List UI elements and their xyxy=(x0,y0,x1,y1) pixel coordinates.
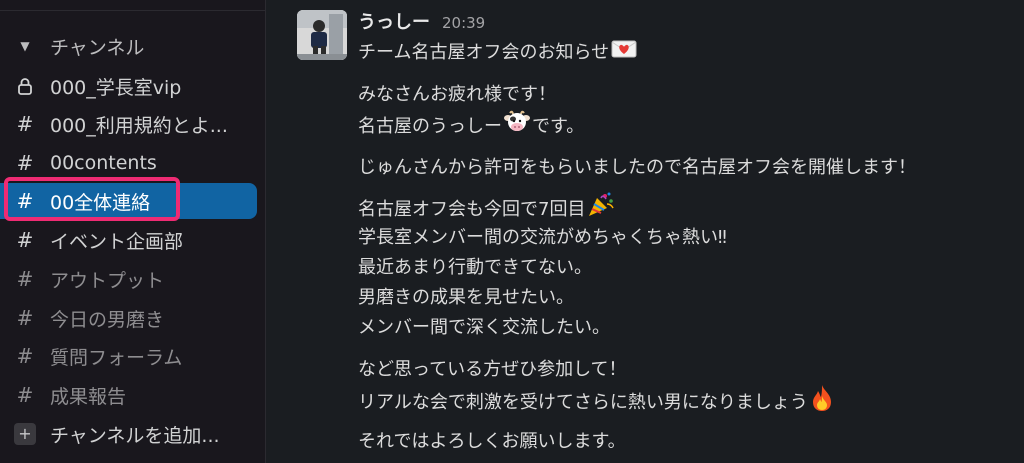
message-text: じゅんさんから許可をもらいましたので名古屋オフ会を開催します！ xyxy=(358,157,916,178)
hash-icon: # xyxy=(16,267,34,291)
hash-icon: # xyxy=(16,383,34,407)
message-text: 学長室メンバー間の交流がめちゃくちゃ熱い‼ xyxy=(358,227,727,248)
sidebar-item-label: 00全体連絡 xyxy=(50,191,151,214)
avatar[interactable] xyxy=(297,10,347,60)
message-text: 男磨きの成果を見せたい。 xyxy=(358,287,574,308)
message-line: 学長室メンバー間の交流がめちゃくちゃ熱い‼ xyxy=(358,223,727,249)
message-line: みなさんお疲れ様です！ xyxy=(358,80,556,106)
sidebar-item-contents[interactable]: # 00contents xyxy=(0,145,266,181)
party-popper-icon xyxy=(587,192,615,223)
plus-icon: + xyxy=(14,423,36,445)
channels-section-header[interactable]: ▼ チャンネル xyxy=(0,30,266,62)
sidebar-item-rules[interactable]: # 000_利用規約とよ... xyxy=(0,106,266,142)
message-text: みなさんお疲れ様です！ xyxy=(358,84,556,105)
hash-icon: # xyxy=(16,344,34,368)
sidebar: ▼ チャンネル 000_学長室vip # 000_利用規約とよ... # 00c… xyxy=(0,0,266,463)
sidebar-item-label: アウトプット xyxy=(50,269,165,292)
message-text: メンバー間で深く交流したい。 xyxy=(358,317,610,338)
fire-icon xyxy=(810,384,834,417)
sidebar-item-vip[interactable]: 000_学長室vip xyxy=(0,68,266,104)
sidebar-item-questions[interactable]: # 質問フォーラム xyxy=(0,338,266,374)
caret-down-icon[interactable]: ▼ xyxy=(0,39,50,53)
sidebar-item-label: 今日の男磨き xyxy=(50,308,165,331)
add-channel-button[interactable]: + チャンネルを追加... xyxy=(0,416,266,452)
sidebar-divider xyxy=(0,10,266,11)
message-text: リアルな会で刺激を受けてさらに熱い男になりましょう xyxy=(358,391,808,413)
hash-icon: # xyxy=(16,306,34,330)
message-line: じゅんさんから許可をもらいましたので名古屋オフ会を開催します！ xyxy=(358,153,916,179)
message-text: 名古屋オフ会も今回で7回目 xyxy=(358,198,586,220)
message-pane: うっしー 20:39 チーム名古屋オフ会のお知らせ みなさんお疲れ様です！ 名古… xyxy=(267,0,1024,463)
message-line: 名古屋オフ会も今回で7回目 xyxy=(358,192,617,223)
message-text: 名古屋のうっしー xyxy=(358,115,502,137)
cow-face-icon xyxy=(504,110,530,139)
slack-window: ▼ チャンネル 000_学長室vip # 000_利用規約とよ... # 00c… xyxy=(0,0,1024,463)
message-line: チーム名古屋オフ会のお知らせ xyxy=(358,38,639,64)
channels-section-label: チャンネル xyxy=(50,36,145,59)
sidebar-item-results[interactable]: # 成果報告 xyxy=(0,377,266,413)
message-text: です。 xyxy=(532,115,585,137)
sidebar-item-label: 質問フォーラム xyxy=(50,346,183,369)
hash-icon: # xyxy=(16,112,34,136)
sidebar-item-label: 00contents xyxy=(50,152,157,174)
sidebar-item-label: 000_利用規約とよ... xyxy=(50,114,228,137)
sidebar-item-label: イベント企画部 xyxy=(50,230,184,253)
message-text: など思っている方ぜひ参加して！ xyxy=(358,359,627,380)
message-line: など思っている方ぜひ参加して！ xyxy=(358,355,627,381)
message-line: メンバー間で深く交流したい。 xyxy=(358,313,610,339)
sidebar-item-event-planning[interactable]: # イベント企画部 xyxy=(0,222,266,258)
message-header: うっしー 20:39 xyxy=(358,8,485,34)
message-line: リアルな会で刺激を受けてさらに熱い男になりましょう xyxy=(358,384,836,417)
lock-icon xyxy=(0,77,50,95)
message-line: 名古屋のうっしー です。 xyxy=(358,110,584,139)
sidebar-item-announcements[interactable]: # 00全体連絡 xyxy=(0,183,257,219)
author-name[interactable]: うっしー xyxy=(358,8,430,34)
hash-icon: # xyxy=(16,151,34,175)
message-line: 最近あまり行動できてない。 xyxy=(358,253,592,279)
sidebar-item-label: 000_学長室vip xyxy=(50,76,182,99)
message-timestamp[interactable]: 20:39 xyxy=(442,14,485,32)
message-line: それではよろしくお願いします。 xyxy=(358,427,626,453)
sidebar-item-daily-improvement[interactable]: # 今日の男磨き xyxy=(0,300,266,336)
message-text: チーム名古屋オフ会のお知らせ xyxy=(358,42,610,63)
hash-icon: # xyxy=(16,228,34,252)
plus-icon-wrapper: + xyxy=(0,423,50,445)
message-line: 男磨きの成果を見せたい。 xyxy=(358,283,574,309)
sidebar-item-output[interactable]: # アウトプット xyxy=(0,261,266,297)
love-letter-icon xyxy=(611,39,637,64)
message-text: 最近あまり行動できてない。 xyxy=(358,257,592,278)
sidebar-item-label: 成果報告 xyxy=(50,385,127,408)
add-channel-label: チャンネルを追加... xyxy=(50,424,220,447)
message-text: それではよろしくお願いします。 xyxy=(358,431,626,452)
hash-icon: # xyxy=(16,189,34,213)
